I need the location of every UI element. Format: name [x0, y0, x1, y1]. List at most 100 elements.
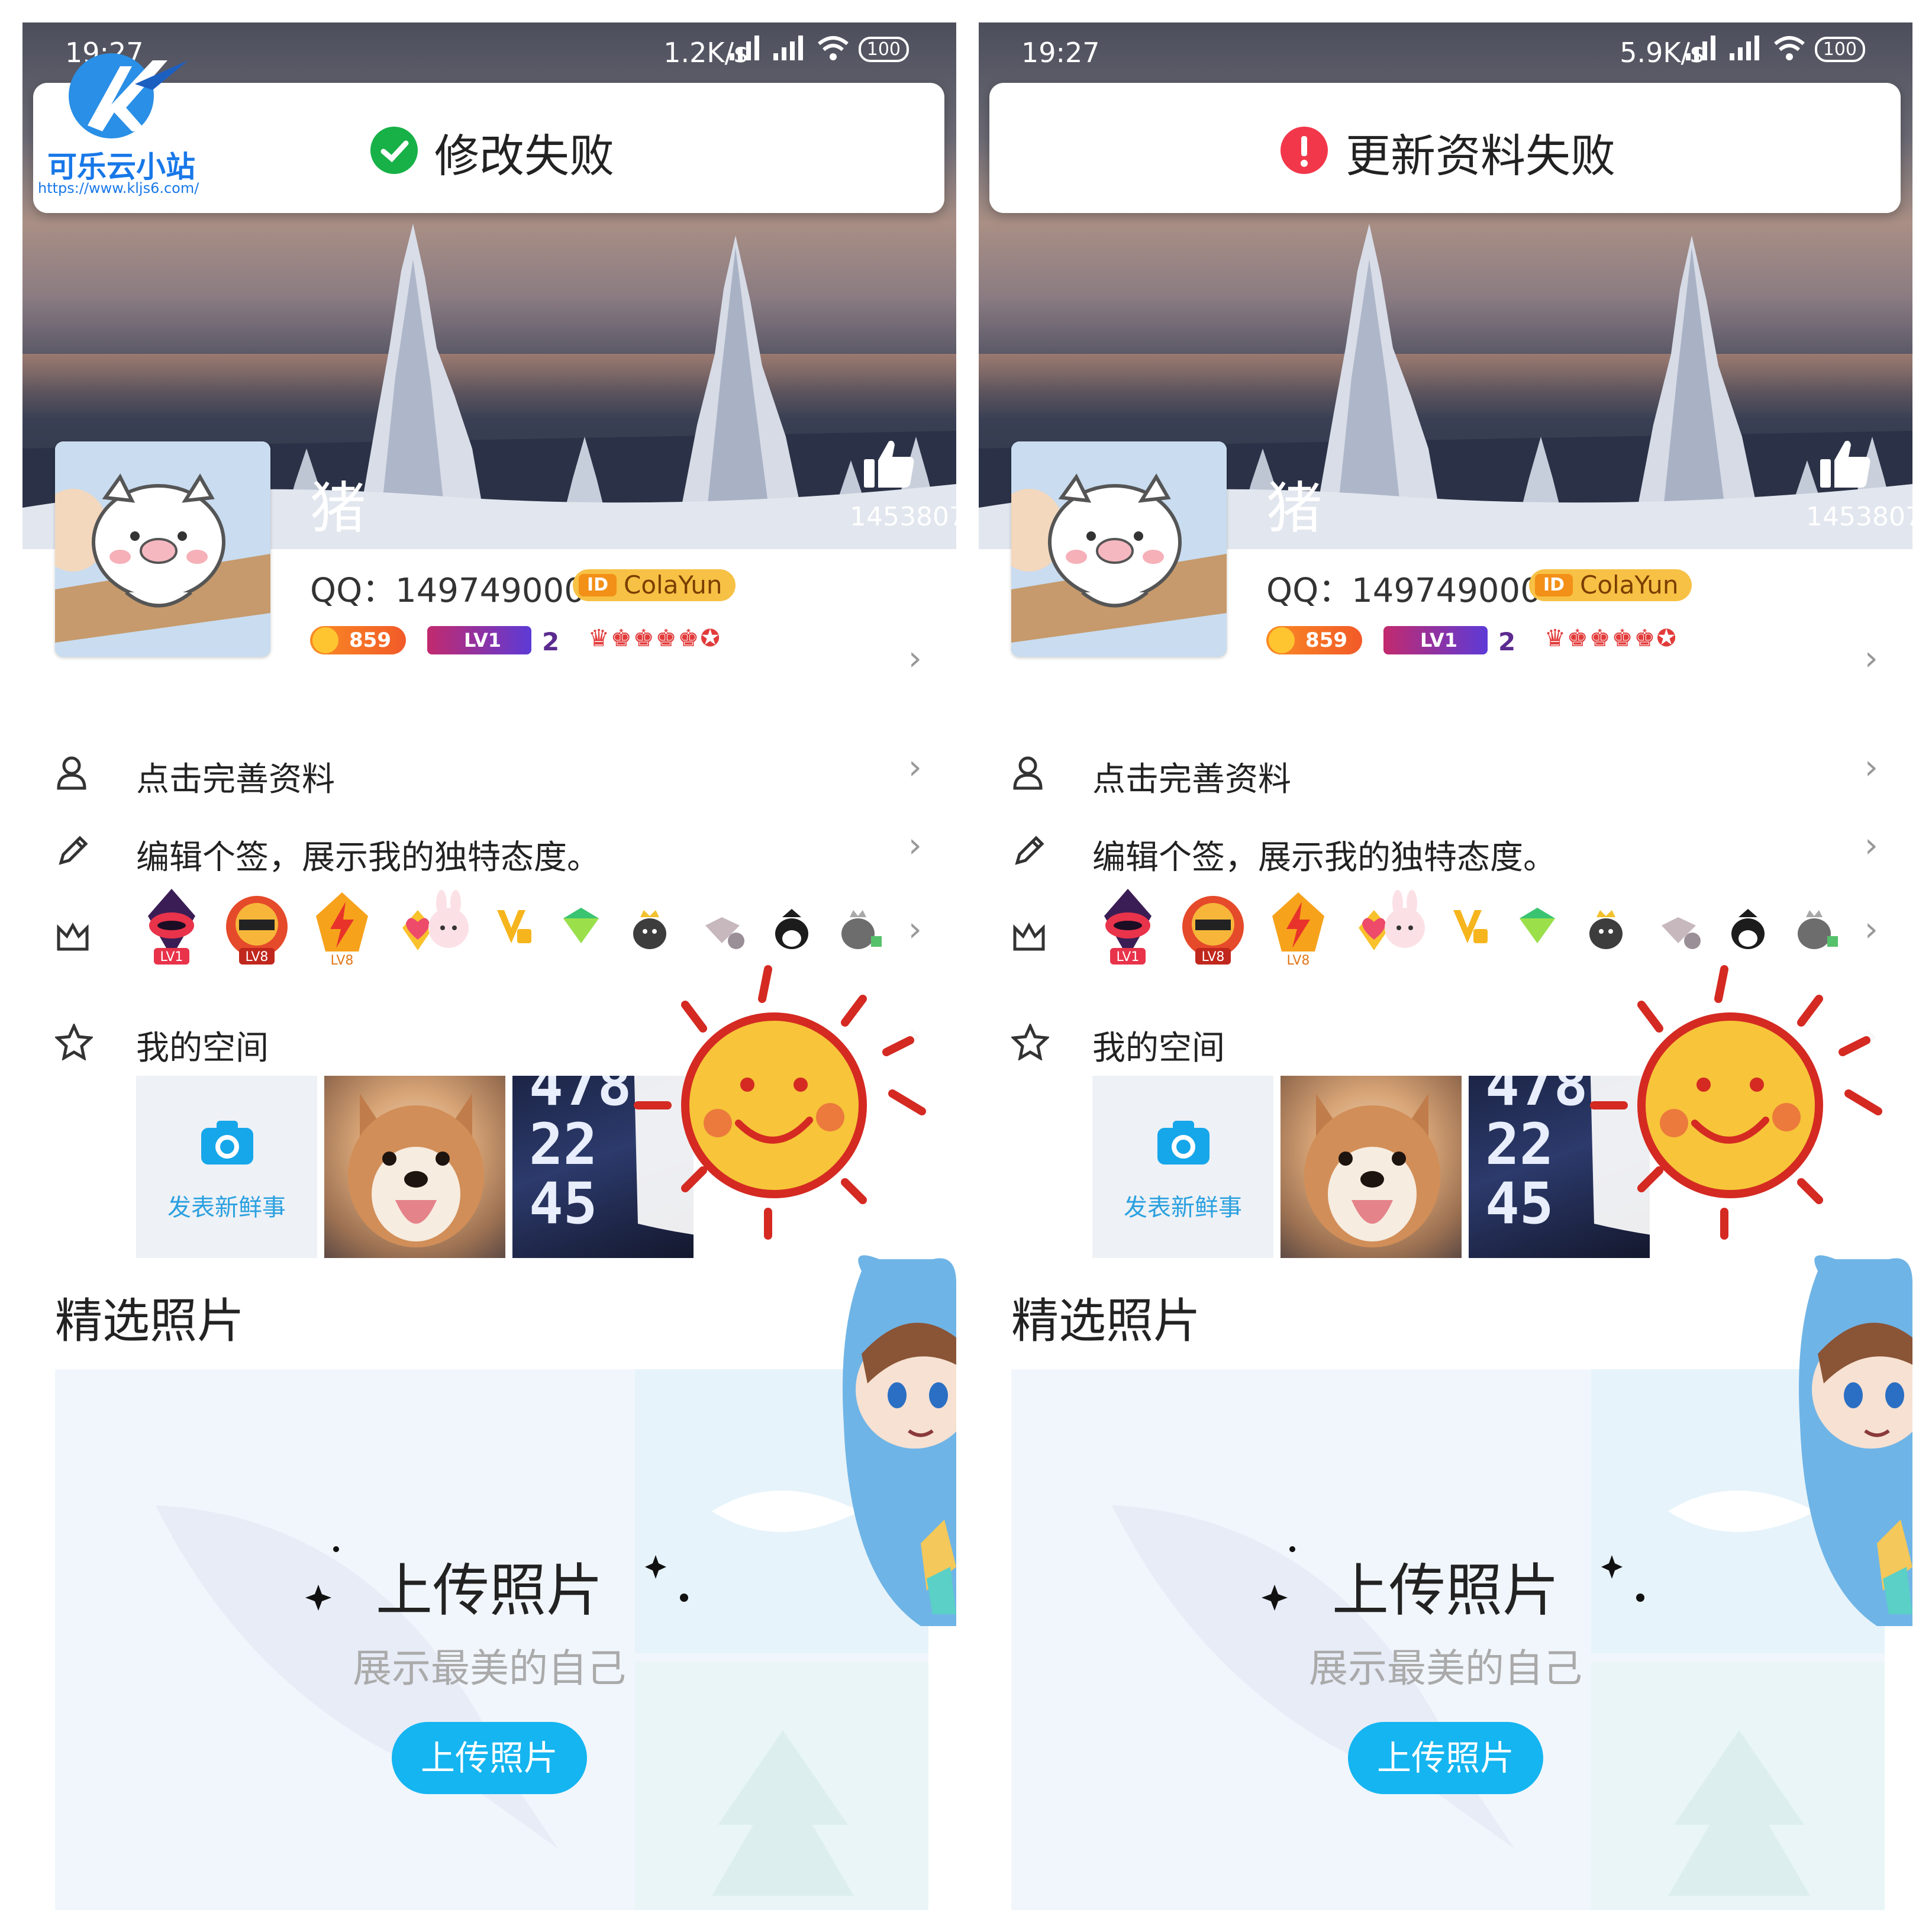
lv8-medal-label: LV8 [1202, 950, 1225, 965]
crown-icons: ♛♚♚♚♚✪ [588, 625, 721, 652]
upload-photos-title: 上传照片 [376, 1557, 603, 1624]
tree-watermark-image [1668, 1730, 1810, 1896]
id-name: ColaYun [1580, 570, 1679, 599]
avatar[interactable] [55, 441, 270, 657]
featured-photos-title: 精选照片 [55, 1294, 244, 1349]
id-badge[interactable]: ID ColaYun [1529, 569, 1692, 601]
crown-outline-icon [57, 922, 89, 951]
kele-logo-icon [69, 53, 188, 138]
thumbs-up-icon[interactable] [1819, 437, 1872, 490]
shiba-dog-image [1304, 1094, 1440, 1247]
coin-badge: 859 [310, 626, 406, 654]
signature-row[interactable]: 编辑个签，展示我的独特态度。 › [979, 819, 1912, 878]
lv8-gold-medal-label: LV8 [331, 953, 354, 968]
toast-notification: 更新资料失败 [989, 83, 1901, 213]
nickname: 猪 [1266, 476, 1323, 541]
pig-avatar-image [55, 441, 270, 657]
pencil-icon [1015, 836, 1044, 865]
id-badge[interactable]: ID ColaYun [573, 569, 736, 601]
status-icons: 100 [728, 36, 909, 68]
person-icon [1013, 756, 1043, 790]
chevron-right-icon: › [1864, 909, 1878, 949]
star-outline-icon [1011, 1024, 1049, 1060]
watermark-url: https://www.kljs6.com/ [38, 180, 199, 196]
signature-row[interactable]: 编辑个签，展示我的独特态度。 › [22, 819, 956, 878]
vip-level-badge: 2 [1498, 627, 1516, 656]
battery-icon: 100 [1814, 37, 1865, 62]
level-badge: LV1 [427, 626, 531, 654]
level-badge: LV1 [1383, 626, 1488, 654]
lv2-diamond-medal-icon [1520, 908, 1555, 943]
v5-medal-icon [1453, 910, 1488, 943]
my-space-label: 我的空间 [1092, 1029, 1225, 1067]
anime-mascot-image [1799, 1255, 1912, 1626]
id-tag: ID [579, 574, 617, 596]
status-bar: 19:27 5.9K/s 100 [979, 22, 1912, 88]
toast-text: 更新资料失败 [1346, 130, 1615, 182]
post-new-label: 发表新鲜事 [167, 1194, 286, 1221]
check-circle-icon [370, 127, 418, 174]
signature-label: 编辑个签，展示我的独特态度。 [1092, 838, 1556, 877]
post-new-tile[interactable]: 发表新鲜事 [1092, 1076, 1273, 1258]
penguin-gray-medal-icon [841, 910, 882, 949]
lv8-red-medal-icon: LV8 [1182, 896, 1244, 965]
v5-medal-icon [497, 910, 531, 943]
penguin-crown-medal-icon [1589, 910, 1623, 949]
post-new-tile[interactable]: 发表新鲜事 [136, 1076, 317, 1258]
wifi-icon [1774, 36, 1805, 60]
upload-photos-title: 上传照片 [1332, 1557, 1559, 1624]
profile-chevron-icon[interactable]: › [908, 638, 922, 678]
dog-photo-thumbnail[interactable] [324, 1076, 505, 1258]
coin-badge: 859 [1266, 626, 1362, 654]
id-tag: ID [1535, 574, 1573, 596]
lv1-medal-label: LV1 [1117, 950, 1140, 965]
battery-icon: 100 [858, 37, 909, 62]
upload-photos-button[interactable]: 上传照片 [392, 1722, 587, 1794]
chevron-right-icon: › [908, 909, 922, 949]
tree-watermark-image [712, 1730, 854, 1896]
camera-icon [1157, 1121, 1209, 1165]
status-time: 19:27 [1021, 37, 1100, 69]
lv8-red-medal-icon: LV8 [226, 896, 288, 965]
lv1-medal-icon: LV1 [148, 889, 195, 965]
sun-sticker-image [1588, 965, 1902, 1243]
bunny-heart-medal-icon [1359, 890, 1425, 950]
profile-chevron-icon[interactable]: › [1865, 638, 1878, 678]
nickname: 猪 [310, 476, 366, 541]
post-new-label: 发表新鲜事 [1124, 1194, 1242, 1221]
phone-screen-right: 19:27 5.9K/s 100 更新资料失败 猪 1453807 QQ：149 [979, 22, 1912, 1910]
avatar[interactable] [1011, 441, 1227, 657]
person-icon [57, 756, 86, 790]
thumbs-up-icon[interactable] [863, 437, 916, 490]
star-outline-icon [55, 1024, 93, 1060]
dog-photo-thumbnail[interactable] [1281, 1076, 1462, 1258]
complete-profile-row[interactable]: 点击完善资料 › [22, 741, 956, 800]
signature-label: 编辑个签，展示我的独特态度。 [136, 838, 600, 877]
crown-icons: ♛♚♚♚♚✪ [1544, 625, 1678, 652]
chevron-right-icon: › [908, 825, 922, 865]
gem-5-medal-icon [705, 917, 744, 949]
chevron-right-icon: › [908, 747, 922, 787]
lv8-medal-label: LV8 [246, 950, 269, 965]
penguin-crown-medal-icon [633, 910, 666, 949]
complete-profile-label: 点击完善资料 [1092, 760, 1291, 799]
like-count: 1453807 [850, 502, 956, 532]
crown-outline-icon [1013, 922, 1045, 951]
lv8-gold-medal-label: LV8 [1287, 953, 1310, 968]
qq-number: QQ：149749000 [1266, 572, 1541, 610]
penguin-gray-medal-icon [1798, 910, 1838, 949]
vip-level-badge: 2 [542, 627, 560, 656]
pencil-icon [59, 836, 88, 865]
complete-profile-label: 点击完善资料 [136, 760, 335, 799]
pig-avatar-image [1011, 441, 1227, 657]
complete-profile-row[interactable]: 点击完善资料 › [979, 741, 1912, 800]
lv1-medal-label: LV1 [160, 950, 183, 965]
upload-photos-button[interactable]: 上传照片 [1348, 1722, 1543, 1794]
exclamation-circle-icon [1281, 127, 1328, 174]
penguin-black-medal-icon [775, 909, 808, 949]
qq-number: QQ：149749000 [310, 572, 585, 610]
upload-photos-subtitle: 展示最美的自己 [1309, 1646, 1582, 1691]
chevron-right-icon: › [1864, 825, 1878, 865]
anime-mascot-image [843, 1255, 956, 1626]
lv2-diamond-medal-icon [563, 908, 599, 943]
